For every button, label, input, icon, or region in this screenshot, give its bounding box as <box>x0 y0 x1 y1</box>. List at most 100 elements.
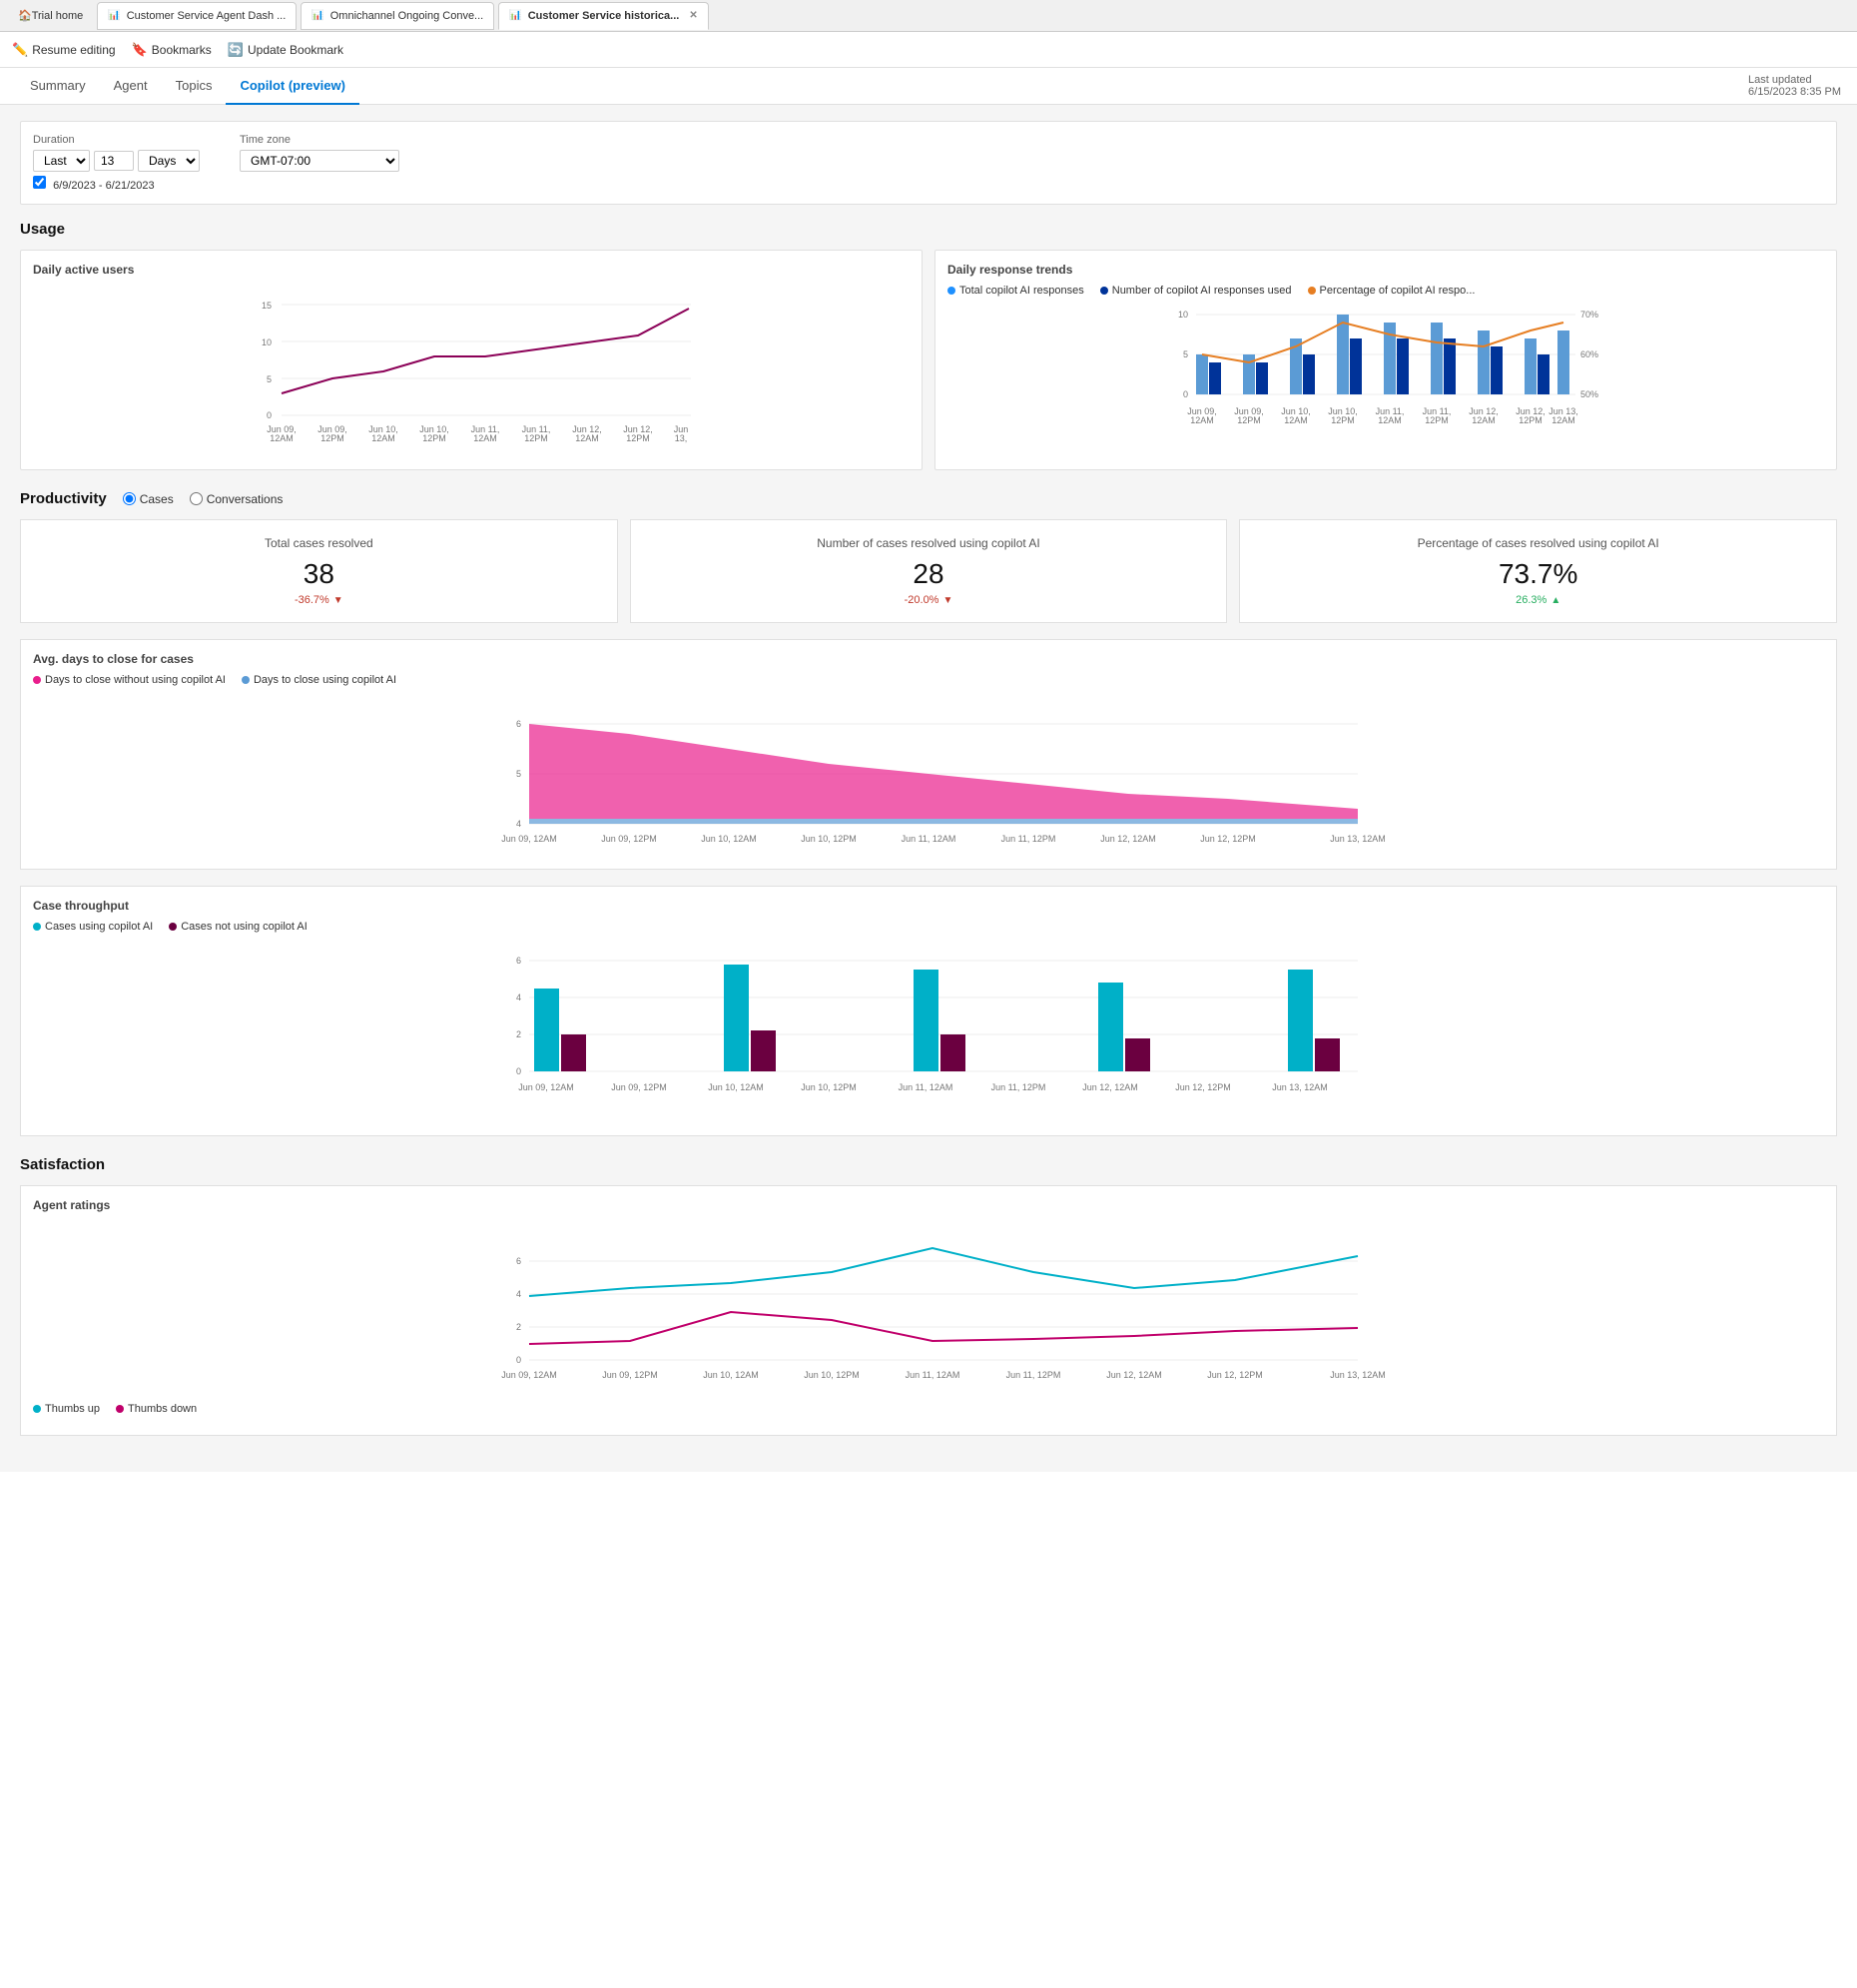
legend-pct-label: Percentage of copilot AI respo... <box>1320 285 1476 297</box>
pct-line <box>1202 323 1563 362</box>
tab-omnichannel[interactable]: 📊 Omnichannel Ongoing Conve... <box>301 2 494 30</box>
tab-topics[interactable]: Topics <box>162 68 227 105</box>
daily-response-trends-card: Daily response trends Total copilot AI r… <box>934 250 1837 470</box>
edit-icon: ✏️ <box>12 42 28 58</box>
duration-value-input[interactable] <box>94 151 134 171</box>
legend-with-copilot: Days to close using copilot AI <box>242 674 396 686</box>
timezone-select[interactable]: GMT-07:00 <box>240 150 399 172</box>
browser-tab-bar: 🏠 Trial home 📊 Customer Service Agent Da… <box>0 0 1857 32</box>
svg-text:Jun 13, 12AM: Jun 13, 12AM <box>1272 1082 1328 1092</box>
svg-text:12AM: 12AM <box>473 433 497 443</box>
svg-text:12PM: 12PM <box>626 433 650 443</box>
svg-text:6: 6 <box>516 719 521 729</box>
productivity-header: Productivity Cases Conversations <box>20 490 1837 507</box>
bar-copilot-6 <box>1098 983 1123 1071</box>
radio-conversations-option[interactable]: Conversations <box>190 492 284 506</box>
svg-text:12PM: 12PM <box>320 433 344 443</box>
app-container: Summary Agent Topics Copilot (preview) L… <box>0 68 1857 1988</box>
agent-ratings-legend: Thumbs up Thumbs down <box>33 1403 1824 1415</box>
kpi-pct-copilot: Percentage of cases resolved using copil… <box>1239 519 1837 623</box>
bar-copilot-2 <box>724 965 749 1071</box>
case-throughput-card: Case throughput Cases using copilot AI C… <box>20 886 1837 1136</box>
bar-used-5 <box>1444 338 1456 394</box>
svg-text:5: 5 <box>1183 349 1188 359</box>
svg-text:Jun 12, 12PM: Jun 12, 12PM <box>1175 1082 1231 1092</box>
bar-total-0 <box>1196 354 1208 394</box>
without-copilot-area <box>529 724 1358 819</box>
bar-used-3 <box>1350 338 1362 394</box>
svg-text:12PM: 12PM <box>1331 415 1355 425</box>
kpi-copilot-cases: Number of cases resolved using copilot A… <box>630 519 1228 623</box>
svg-text:Jun 09, 12PM: Jun 09, 12PM <box>602 1370 658 1380</box>
home-icon: 🏠 <box>18 9 32 22</box>
radio-conversations-label: Conversations <box>207 492 284 506</box>
content-area: Duration Last Days 6/9/2023 - 6/21/2023 … <box>0 105 1857 1472</box>
productivity-section: Productivity Cases Conversations Total c… <box>20 490 1837 1136</box>
bar-total-8 <box>1557 331 1569 394</box>
svg-text:Jun 09, 12AM: Jun 09, 12AM <box>501 834 557 844</box>
tab-csa-dash[interactable]: 📊 Customer Service Agent Dash ... <box>97 2 297 30</box>
tab-copilot[interactable]: Copilot (preview) <box>226 68 358 105</box>
case-throughput-title: Case throughput <box>33 899 1824 913</box>
bar-used-2 <box>1303 354 1315 394</box>
duration-label: Duration <box>33 134 200 146</box>
legend-used-dot <box>1100 287 1108 295</box>
radio-cases-option[interactable]: Cases <box>123 492 174 506</box>
svg-text:13,: 13, <box>675 433 688 443</box>
daily-response-trends-chart: 10 5 0 70% 60% 50% <box>947 305 1824 454</box>
date-range-text: 6/9/2023 - 6/21/2023 <box>53 180 155 192</box>
tab-csa-dash-label: Customer Service Agent Dash ... <box>127 10 287 22</box>
productivity-title: Productivity <box>20 490 107 507</box>
kpi-total-cases-change: -36.7% ▼ <box>37 594 601 606</box>
kpi-copilot-cases-label: Number of cases resolved using copilot A… <box>647 536 1211 550</box>
svg-text:12PM: 12PM <box>1237 415 1261 425</box>
svg-text:12AM: 12AM <box>1551 415 1575 425</box>
bar-nocop-0 <box>561 1034 586 1071</box>
tab-trial-home-label: Trial home <box>32 10 84 22</box>
duration-filter: Duration Last Days 6/9/2023 - 6/21/2023 <box>33 134 200 192</box>
bookmarks-button[interactable]: 🔖 Bookmarks <box>132 42 212 58</box>
tab-close-button[interactable]: ✕ <box>689 10 697 21</box>
svg-text:Jun 11, 12AM: Jun 11, 12AM <box>899 1082 953 1092</box>
svg-text:12PM: 12PM <box>524 433 548 443</box>
bar-total-7 <box>1525 338 1537 394</box>
legend-used-label: Number of copilot AI responses used <box>1112 285 1292 297</box>
duration-unit-select[interactable]: Days <box>138 150 200 172</box>
svg-text:Jun 10, 12PM: Jun 10, 12PM <box>801 1082 857 1092</box>
tab-agent[interactable]: Agent <box>100 68 162 105</box>
update-bookmark-button[interactable]: 🔄 Update Bookmark <box>228 42 343 58</box>
bar-total-5 <box>1431 323 1443 394</box>
svg-text:Jun 12, 12PM: Jun 12, 12PM <box>1200 834 1256 844</box>
legend-without-dot <box>33 676 41 684</box>
legend-copilot-cases-label: Cases using copilot AI <box>45 921 153 933</box>
thumbs-down-dot <box>116 1405 124 1413</box>
bar-copilot-0 <box>534 989 559 1071</box>
legend-no-copilot-cases: Cases not using copilot AI <box>169 921 308 933</box>
toolbar: ✏️ Resume editing 🔖 Bookmarks 🔄 Update B… <box>0 32 1857 68</box>
svg-text:5: 5 <box>516 769 521 779</box>
bar-used-0 <box>1209 362 1221 394</box>
date-range-checkbox[interactable] <box>33 176 46 189</box>
bookmarks-label: Bookmarks <box>152 43 212 57</box>
radio-conversations-input[interactable] <box>190 492 203 505</box>
legend-copilot-cases: Cases using copilot AI <box>33 921 153 933</box>
kpi-copilot-cases-value: 28 <box>647 558 1211 590</box>
bar-copilot-8 <box>1288 970 1313 1071</box>
timezone-label: Time zone <box>240 134 399 146</box>
svg-text:12PM: 12PM <box>1425 415 1449 425</box>
kpi-pct-copilot-change-text: 26.3% <box>1516 594 1547 606</box>
tab-summary[interactable]: Summary <box>16 68 100 105</box>
svg-text:0: 0 <box>516 1066 521 1076</box>
duration-preset-select[interactable]: Last <box>33 150 90 172</box>
thumbs-up-legend-label: Thumbs up <box>45 1403 100 1415</box>
legend-with-label: Days to close using copilot AI <box>254 674 396 686</box>
resume-editing-button[interactable]: ✏️ Resume editing <box>12 42 116 58</box>
svg-text:Jun 12, 12AM: Jun 12, 12AM <box>1082 1082 1138 1092</box>
svg-text:Jun 10, 12AM: Jun 10, 12AM <box>708 1082 764 1092</box>
tab-cs-historical[interactable]: 📊 Customer Service historica... ✕ <box>498 2 708 30</box>
agent-ratings-title: Agent ratings <box>33 1198 1824 1212</box>
radio-cases-input[interactable] <box>123 492 136 505</box>
usage-section: Usage Daily active users 15 10 5 <box>20 221 1837 470</box>
daily-active-users-chart: 15 10 5 0 Jun 09, 12AM Jun 09, 12PM Jun … <box>33 285 910 454</box>
tab-trial-home[interactable]: 🏠 Trial home <box>8 5 93 26</box>
